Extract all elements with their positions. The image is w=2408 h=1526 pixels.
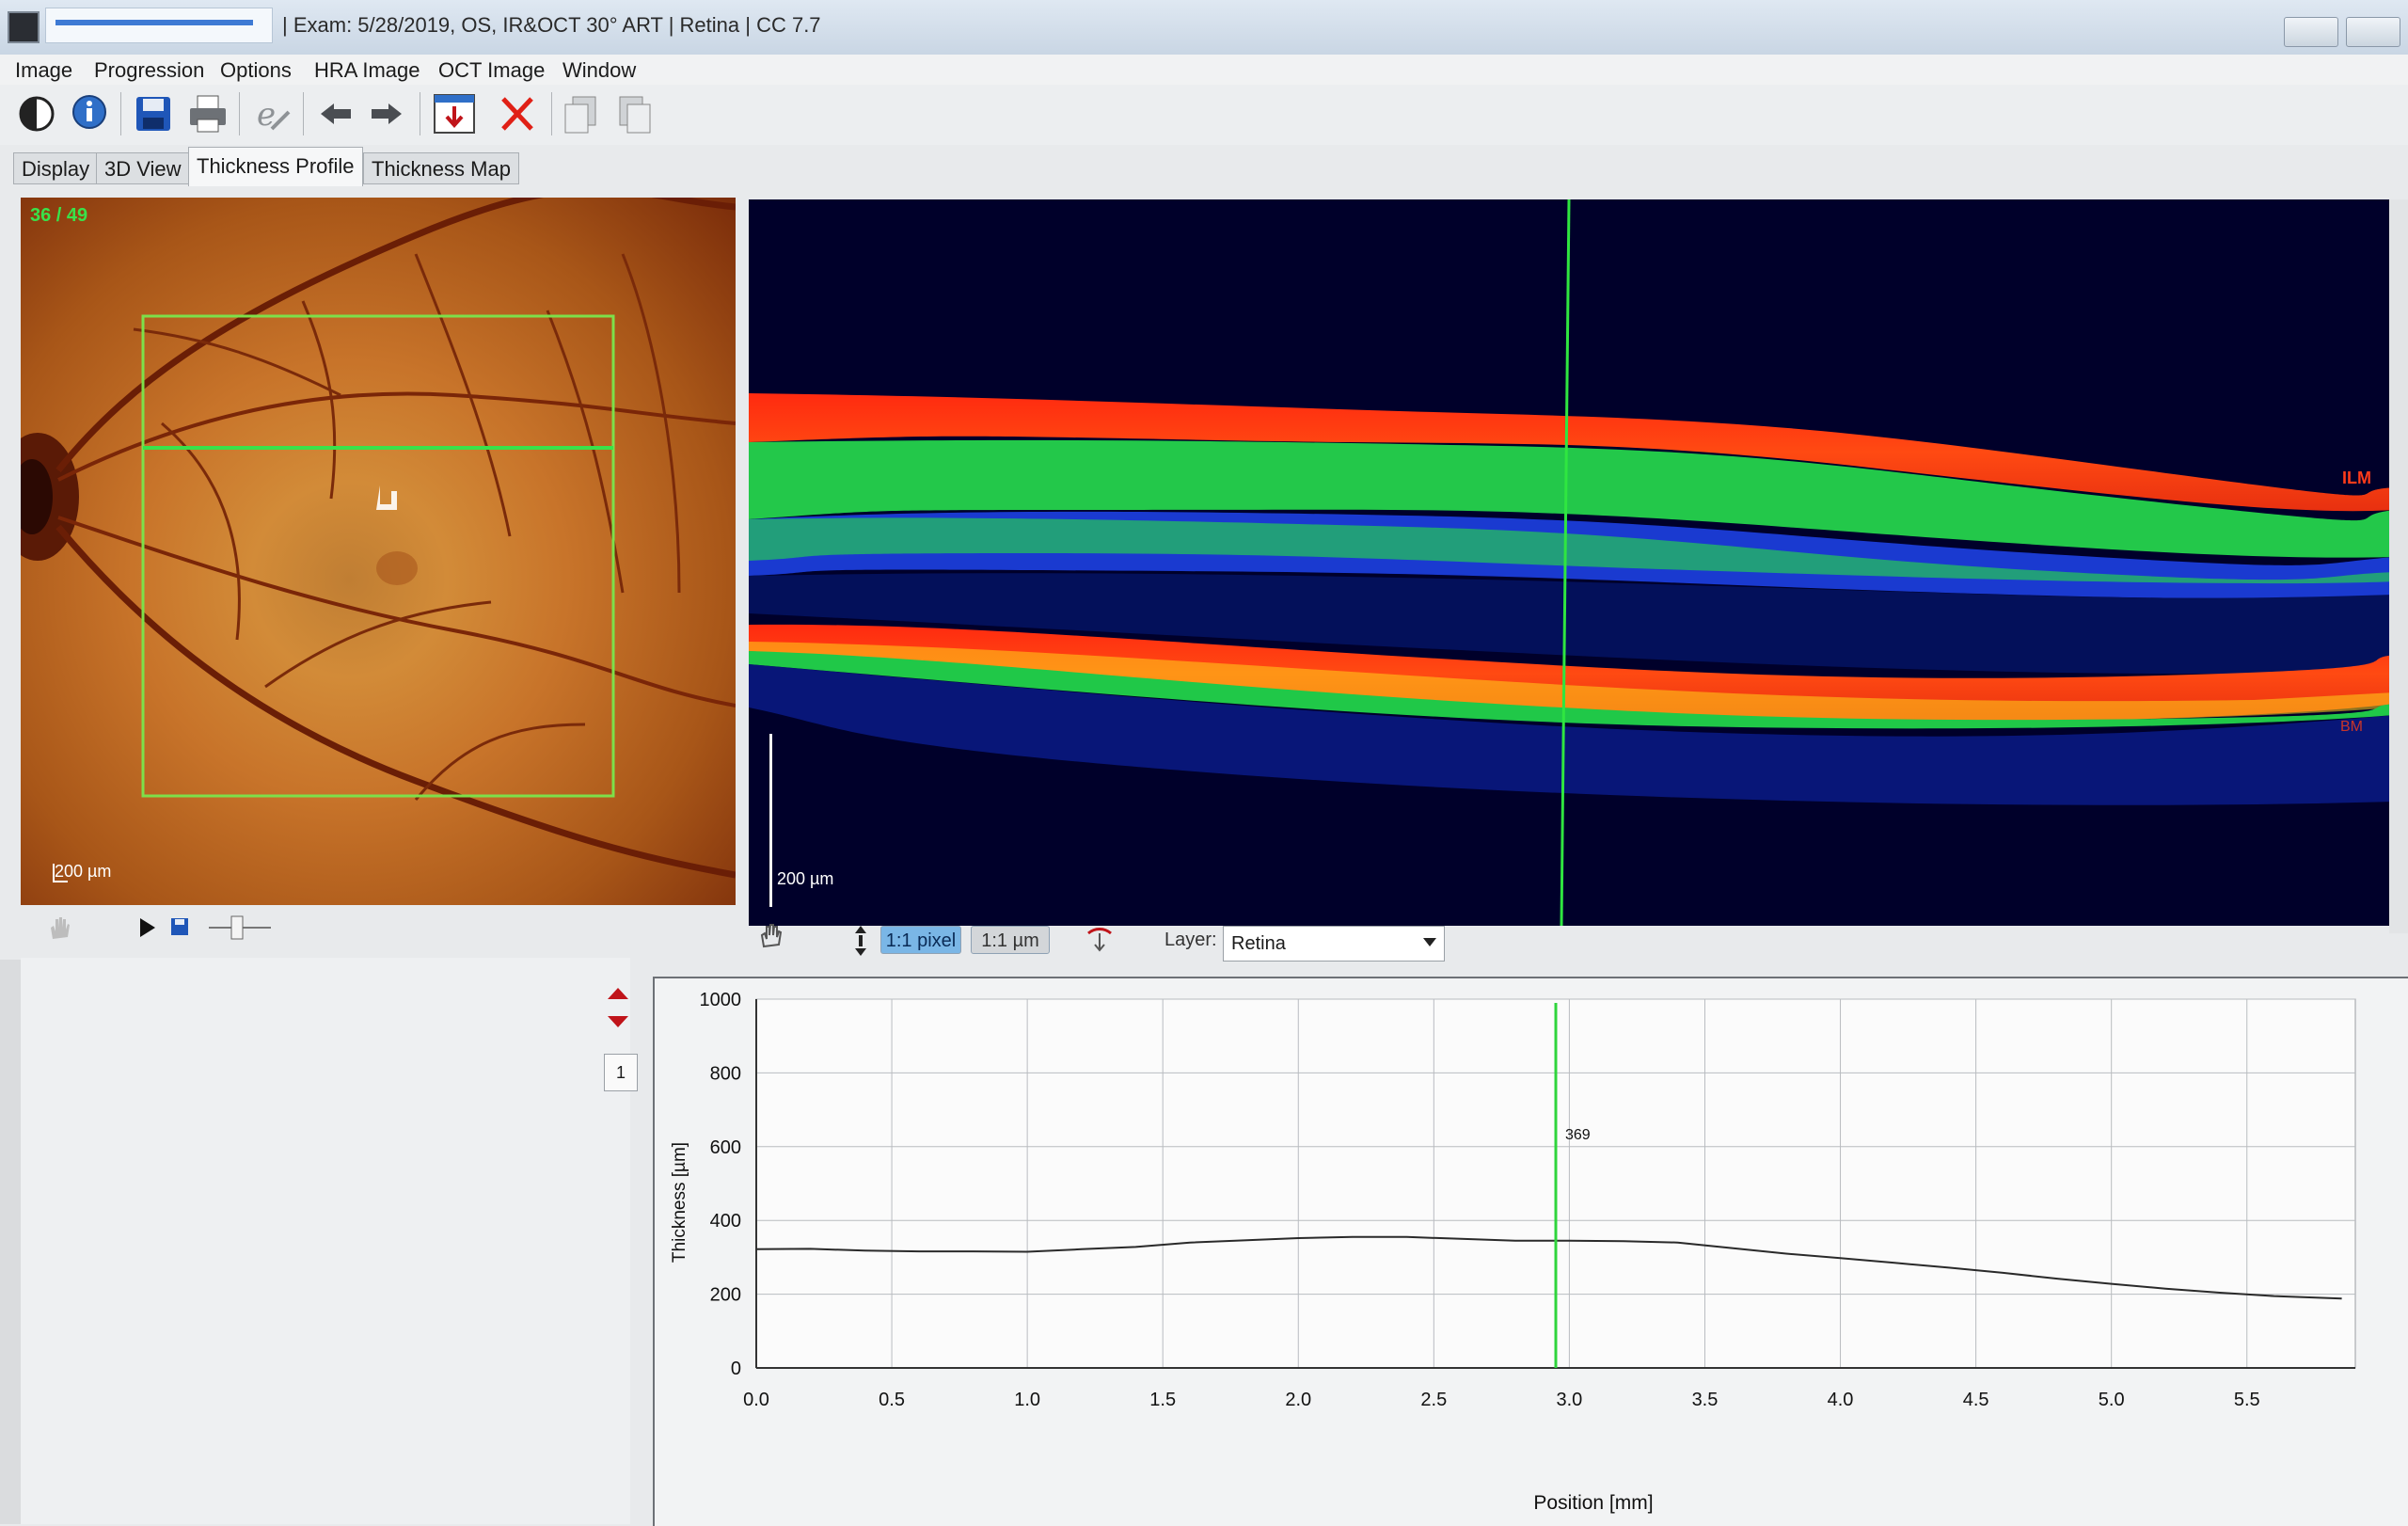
- print-icon[interactable]: [182, 88, 233, 139]
- x-tick-label: 2.5: [1420, 1390, 1447, 1410]
- oct-scale-label: 200 µm: [777, 869, 834, 888]
- save-movie-icon[interactable]: [169, 916, 190, 943]
- y-tick-label: 400: [710, 1211, 741, 1232]
- layer-label: Layer:: [1164, 930, 1217, 950]
- menu-options[interactable]: Options: [220, 58, 292, 83]
- zoom-1-1-um-button[interactable]: 1:1 µm: [971, 926, 1050, 954]
- paste-icon[interactable]: [610, 88, 660, 139]
- x-tick-label: 5.5: [2234, 1390, 2260, 1410]
- back-arrow-icon[interactable]: [310, 88, 361, 139]
- profile-page-number[interactable]: 1: [604, 1054, 638, 1091]
- export-icon[interactable]: [429, 88, 480, 139]
- oct-layers: [749, 199, 2395, 926]
- y-axis-label: Thickness [µm]: [670, 1142, 689, 1263]
- contrast-icon[interactable]: [11, 88, 62, 139]
- x-tick-label: 3.5: [1692, 1390, 1719, 1410]
- save-icon[interactable]: [128, 88, 179, 139]
- y-tick-label: 1000: [700, 990, 742, 1010]
- move-down-icon[interactable]: [606, 1010, 630, 1035]
- maximize-button[interactable]: [2346, 17, 2400, 47]
- fundus-scale-label: 200 µm: [55, 862, 112, 881]
- x-axis-label: Position [mm]: [1533, 1492, 1653, 1514]
- menu-bar: Image Progression Options HRA Image OCT …: [0, 55, 2408, 85]
- bm-label: BM: [2340, 719, 2363, 735]
- tab-thickness-profile[interactable]: Thickness Profile: [188, 147, 363, 186]
- tab-display[interactable]: Display: [13, 152, 99, 184]
- y-tick-label: 200: [710, 1285, 741, 1306]
- y-tick-label: 600: [710, 1137, 741, 1158]
- chevron-down-icon: [1423, 938, 1436, 946]
- x-tick-label: 0.0: [743, 1390, 769, 1410]
- app-icon[interactable]: [8, 11, 40, 43]
- oct-scale-bar: [769, 734, 772, 907]
- tab-3d-view[interactable]: 3D View: [96, 152, 190, 184]
- title-bar: | Exam: 5/28/2019, OS, IR&OCT 30° ART | …: [0, 0, 2408, 56]
- view-tabs: Display 3D View Thickness Profile Thickn…: [0, 147, 2408, 188]
- menu-window[interactable]: Window: [562, 58, 636, 83]
- play-icon[interactable]: [137, 916, 158, 945]
- slice-counter: 36 / 49: [30, 205, 88, 226]
- empty-panel: [21, 958, 630, 1524]
- y-tick-label: 800: [710, 1063, 741, 1084]
- layer-select-value: Retina: [1231, 933, 1286, 954]
- title-user-field: [45, 8, 273, 43]
- x-tick-label: 3.0: [1557, 1390, 1583, 1410]
- oct-bscan-image[interactable]: 200 µm ILM BM: [749, 199, 2400, 926]
- x-tick-label: 0.5: [879, 1390, 905, 1410]
- copy-icon[interactable]: [555, 88, 606, 139]
- hand-tool-icon[interactable]: [45, 914, 71, 946]
- fundus-image[interactable]: 36 / 49 200 µm: [21, 198, 736, 905]
- fundus-vessels: [21, 198, 736, 879]
- move-up-icon[interactable]: [606, 982, 630, 1007]
- x-tick-label: 1.5: [1149, 1390, 1176, 1410]
- edit-icon[interactable]: e: [246, 88, 297, 139]
- menu-image[interactable]: Image: [15, 58, 72, 83]
- segmentation-edit-icon[interactable]: [1085, 926, 1114, 960]
- menu-progression[interactable]: Progression: [94, 58, 204, 83]
- forward-arrow-icon[interactable]: [361, 88, 412, 139]
- x-tick-label: 4.0: [1828, 1390, 1854, 1410]
- cursor-value-label: 369: [1565, 1127, 1591, 1143]
- menu-oct-image[interactable]: OCT Image: [438, 58, 545, 83]
- y-tick-label: 0: [731, 1359, 741, 1379]
- x-tick-label: 5.0: [2099, 1390, 2125, 1410]
- menu-hra-image[interactable]: HRA Image: [314, 58, 420, 83]
- toolbar: e: [0, 85, 2408, 145]
- ilm-label: ILM: [2342, 469, 2371, 487]
- zoom-1-1-pixel-button[interactable]: 1:1 pixel: [880, 926, 961, 954]
- info-icon[interactable]: [64, 88, 115, 139]
- oct-hand-tool-icon[interactable]: [756, 922, 783, 954]
- x-tick-label: 1.0: [1014, 1390, 1040, 1410]
- fit-height-icon[interactable]: [850, 924, 871, 963]
- speed-slider[interactable]: [205, 911, 275, 950]
- layer-select[interactable]: Retina: [1223, 926, 1445, 962]
- delete-icon[interactable]: [491, 88, 542, 139]
- thickness-profile-chart[interactable]: 0 200 400 600 800 1000 0.0 0.5 1.0 1.5 2.0 2.5 3.0 3.…: [653, 977, 2408, 1524]
- x-tick-label: 4.5: [1963, 1390, 1989, 1410]
- oct-scrollbar[interactable]: [2389, 199, 2408, 933]
- window-title: | Exam: 5/28/2019, OS, IR&OCT 30° ART | …: [282, 13, 821, 37]
- minimize-button[interactable]: [2284, 17, 2338, 47]
- x-tick-label: 2.0: [1285, 1390, 1311, 1410]
- tab-thickness-map[interactable]: Thickness Map: [363, 152, 519, 184]
